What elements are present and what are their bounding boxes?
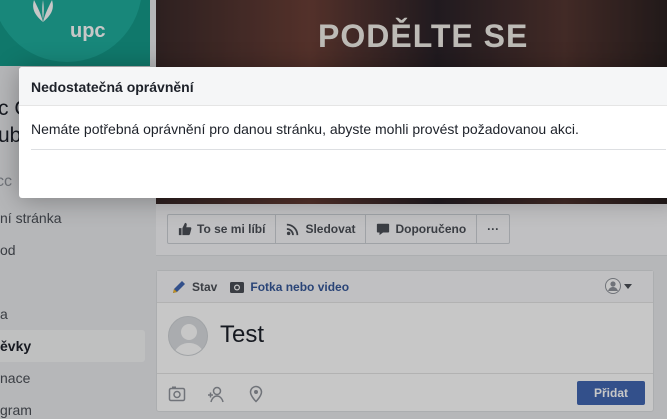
permission-dialog: Nedostatečná oprávnění Nemáte potřebná o… <box>19 67 667 198</box>
dialog-header: Nedostatečná oprávnění <box>19 67 667 106</box>
dialog-body: Nemáte potřebná oprávnění pro danou strá… <box>19 106 667 150</box>
dialog-message: Nemáte potřebná oprávnění pro danou strá… <box>31 121 579 137</box>
dialog-title: Nedostatečná oprávnění <box>31 79 194 95</box>
page-background: upc c Č ubl cc ní stránka od a ěvky nace… <box>0 0 667 419</box>
modal-overlay[interactable] <box>0 0 667 419</box>
dialog-divider <box>31 149 666 150</box>
